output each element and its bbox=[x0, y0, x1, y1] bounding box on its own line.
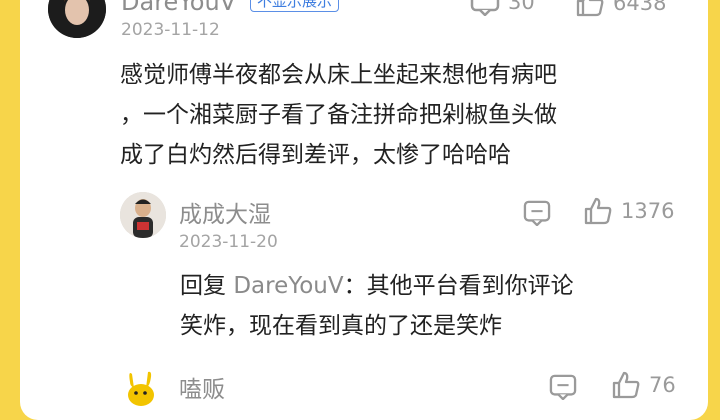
comment-icon bbox=[549, 374, 577, 400]
comment-text: 感觉师傅半夜都会从床上坐起来想他有病吧 ，一个湘菜厨子看了备注拼命把剁椒鱼头做 … bbox=[120, 55, 690, 175]
reply-prefix: 回复 bbox=[180, 273, 226, 299]
comment-author-name[interactable]: 嗑贩 bbox=[179, 370, 225, 404]
reply-text-content: ：其他平台看到你评论 bbox=[343, 273, 574, 299]
like-button[interactable]: 1376 bbox=[583, 196, 674, 226]
avatar[interactable] bbox=[120, 192, 166, 238]
like-icon bbox=[612, 371, 640, 399]
status-badge: 不显示展示 bbox=[250, 0, 340, 12]
like-button[interactable]: 6438 bbox=[575, 0, 666, 18]
user-photo-icon bbox=[120, 192, 166, 238]
reply-text-line: 回复 DareYouV：其他平台看到你评论 bbox=[180, 266, 700, 306]
comment-text-line: ，一个湘菜厨子看了备注拼命把剁椒鱼头做 bbox=[120, 102, 557, 128]
comment-text-line: 成了白灼然后得到差评，太惨了哈哈哈 bbox=[120, 142, 511, 168]
like-count: 76 bbox=[649, 373, 676, 397]
comment-icon bbox=[470, 0, 500, 16]
comment-icon bbox=[523, 200, 551, 226]
reply-text-line: 笑炸，现在看到真的了还是笑炸 bbox=[180, 313, 502, 339]
comment-date: 2023-11-12 bbox=[121, 20, 220, 40]
comment-button[interactable] bbox=[549, 374, 577, 400]
comment-button[interactable]: 30 bbox=[470, 0, 535, 16]
comment-text-line: 感觉师傅半夜都会从床上坐起来想他有病吧 bbox=[120, 62, 557, 88]
reply-date: 2023-11-20 bbox=[179, 232, 278, 252]
comment-count: 30 bbox=[508, 0, 535, 14]
like-icon bbox=[576, 0, 604, 17]
bunny-avatar-icon bbox=[128, 371, 154, 406]
reply-to-name[interactable]: DareYouV bbox=[233, 273, 343, 299]
reply-comment-button[interactable] bbox=[523, 200, 551, 226]
like-count: 6438 bbox=[613, 0, 667, 15]
like-icon bbox=[584, 197, 612, 225]
like-button[interactable]: 76 bbox=[611, 370, 676, 400]
comment-author-name[interactable]: DareYouV bbox=[121, 0, 236, 16]
reply-text: 回复 DareYouV：其他平台看到你评论 笑炸，现在看到真的了还是笑炸 bbox=[180, 266, 700, 346]
like-count: 1376 bbox=[621, 199, 675, 223]
avatar[interactable] bbox=[122, 368, 162, 408]
reply-author-name[interactable]: 成成大湿 bbox=[179, 195, 271, 229]
